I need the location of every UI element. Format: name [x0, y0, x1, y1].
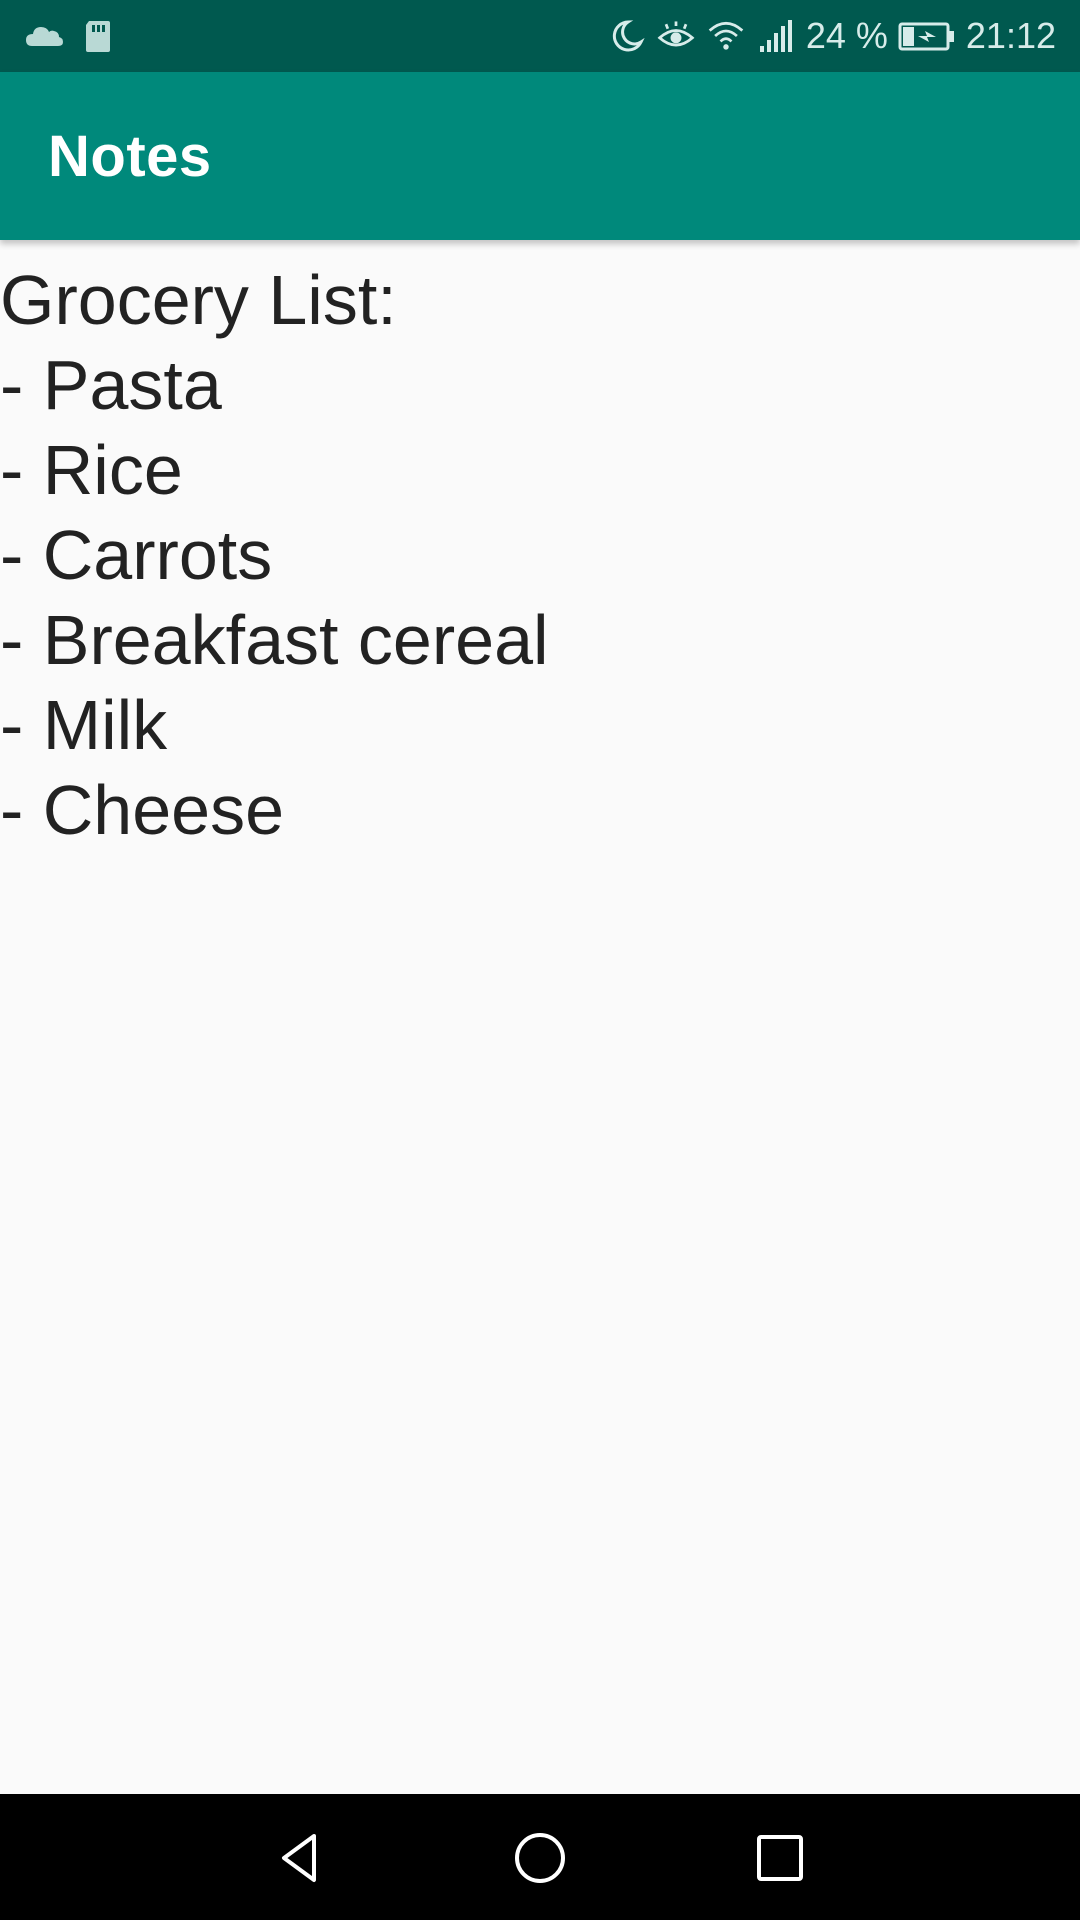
note-editor[interactable]: Grocery List: - Pasta - Rice - Carrots -…: [0, 240, 1080, 1794]
status-right: 24 % 21:12: [606, 0, 1056, 72]
home-icon: [515, 1833, 565, 1883]
battery-charging-icon: [898, 16, 956, 56]
battery-percent: 24 %: [805, 15, 888, 56]
sd-card-icon: [78, 16, 118, 56]
screen: 24 % 21:12 Notes Grocery List: - Pasta -…: [0, 0, 1080, 1920]
app-title: Notes: [48, 123, 212, 189]
status-bar: 24 % 21:12: [0, 0, 1080, 72]
recents-button[interactable]: [740, 1818, 820, 1898]
home-button[interactable]: [500, 1818, 580, 1898]
cloud-icon: [24, 16, 64, 56]
note-line[interactable]: - Breakfast cereal: [0, 598, 1080, 683]
back-icon: [282, 1834, 316, 1882]
moon-icon: [606, 16, 646, 56]
note-line[interactable]: - Milk: [0, 683, 1080, 768]
note-line[interactable]: - Cheese: [0, 768, 1080, 853]
recents-icon: [757, 1835, 803, 1881]
app-bar: Notes: [0, 72, 1080, 240]
eye-icon: [656, 16, 696, 56]
note-line[interactable]: - Pasta: [0, 343, 1080, 428]
signal-icon: [756, 16, 796, 56]
status-time: 21:12: [965, 15, 1056, 56]
navigation-bar: [0, 1794, 1080, 1920]
back-button[interactable]: [260, 1818, 340, 1898]
status-left: [24, 0, 118, 72]
note-line[interactable]: - Rice: [0, 428, 1080, 513]
note-line[interactable]: - Carrots: [0, 513, 1080, 598]
wifi-icon: [706, 16, 746, 56]
note-title-line[interactable]: Grocery List:: [0, 258, 1080, 343]
